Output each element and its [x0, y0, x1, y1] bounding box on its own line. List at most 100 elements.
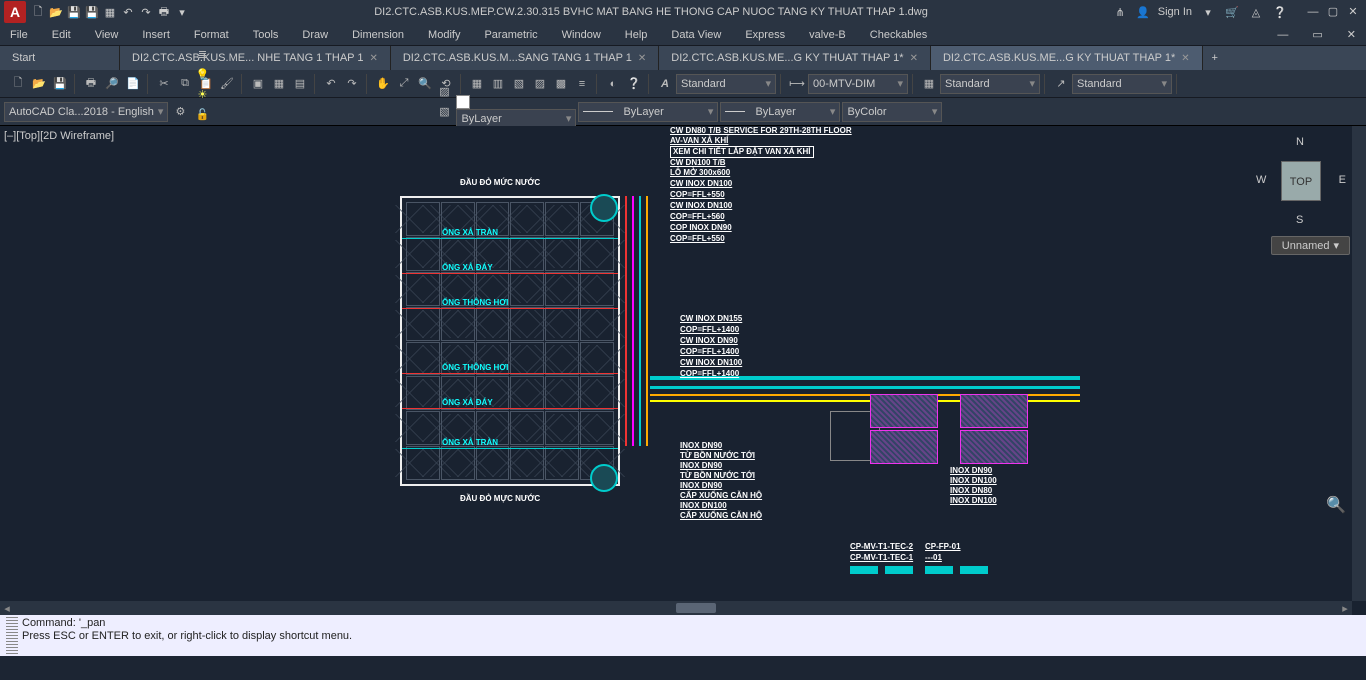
- menu-dataview[interactable]: Data View: [671, 29, 721, 41]
- bulb-icon[interactable]: 💡: [192, 65, 212, 85]
- minimize-button[interactable]: —: [1304, 5, 1322, 19]
- sun-icon[interactable]: ☀: [192, 85, 212, 105]
- share-icon[interactable]: ◬: [1248, 4, 1264, 20]
- dimstyle-dropdown[interactable]: 00-MTV-DIM▾: [808, 74, 908, 94]
- new-icon[interactable]: 🗋: [30, 4, 46, 20]
- dim-icon[interactable]: ⟼: [787, 74, 807, 94]
- dc-icon[interactable]: ▥: [488, 74, 508, 94]
- menu-draw[interactable]: Draw: [302, 29, 328, 41]
- layerprops-icon[interactable]: ≣: [192, 45, 212, 65]
- zoom-ext-icon[interactable]: ⤢: [394, 74, 414, 94]
- table-icon[interactable]: ▦: [919, 74, 939, 94]
- print-icon[interactable]: 🖶: [156, 4, 172, 20]
- publish-icon[interactable]: 📄: [123, 74, 143, 94]
- mlead-dropdown[interactable]: Standard▾: [1072, 74, 1172, 94]
- menu-dimension[interactable]: Dimension: [352, 29, 404, 41]
- saveas-icon[interactable]: 💾: [84, 4, 100, 20]
- viewport-label[interactable]: [–][Top][2D Wireframe]: [4, 130, 114, 142]
- preview-icon[interactable]: 🔎: [102, 74, 122, 94]
- gear-icon[interactable]: ⚙: [170, 102, 190, 122]
- tab-1[interactable]: DI2.CTC.ASB.KUS.ME... NHE TANG 1 THAP 1✕: [120, 46, 391, 70]
- menubar-close-icon[interactable]: ✕: [1347, 28, 1356, 41]
- undo-icon[interactable]: ↶: [120, 4, 136, 20]
- menu-view[interactable]: View: [95, 29, 119, 41]
- open-icon[interactable]: 📂: [48, 4, 64, 20]
- menu-help[interactable]: Help: [625, 29, 648, 41]
- tp-icon[interactable]: ▧: [509, 74, 529, 94]
- zoom-win-icon[interactable]: 🔍: [415, 74, 435, 94]
- app-logo[interactable]: A: [4, 1, 26, 23]
- signin-link[interactable]: Sign In: [1158, 6, 1192, 18]
- menu-parametric[interactable]: Parametric: [484, 29, 537, 41]
- linetype-dropdown[interactable]: ByLayer▾: [578, 102, 718, 122]
- menu-checkables[interactable]: Checkables: [870, 29, 927, 41]
- close-icon[interactable]: ✕: [369, 53, 377, 64]
- cart-icon[interactable]: 🛒: [1224, 4, 1240, 20]
- redo-icon[interactable]: ↷: [342, 74, 362, 94]
- view-unnamed-button[interactable]: Unnamed▾: [1271, 236, 1350, 255]
- workspace-dropdown[interactable]: AutoCAD Cla...2018 - English▾: [4, 102, 168, 122]
- tab-start[interactable]: Start: [0, 46, 120, 70]
- close-button[interactable]: ✕: [1344, 5, 1362, 19]
- textstyle-dropdown[interactable]: Standard▾: [676, 74, 776, 94]
- save-icon[interactable]: 💾: [66, 4, 82, 20]
- scroll-left-icon[interactable]: ◂: [0, 602, 14, 615]
- scroll-thumb[interactable]: [676, 603, 716, 613]
- mk-icon[interactable]: ▩: [551, 74, 571, 94]
- redo-icon[interactable]: ↷: [138, 4, 154, 20]
- color-swatch[interactable]: [456, 95, 470, 109]
- text-icon[interactable]: A: [655, 74, 675, 94]
- print-icon[interactable]: 🖶: [81, 74, 101, 94]
- menu-format[interactable]: Format: [194, 29, 229, 41]
- connect-icon[interactable]: ⋔: [1112, 4, 1128, 20]
- ssm-icon[interactable]: ▨: [530, 74, 550, 94]
- qc-icon[interactable]: ≡: [572, 74, 592, 94]
- dropdown-icon[interactable]: ▾: [174, 4, 190, 20]
- render-icon[interactable]: ◐: [603, 74, 623, 94]
- menu-express[interactable]: Express: [745, 29, 785, 41]
- command-line[interactable]: Command: '_pan Press ESC or ENTER to exi…: [0, 615, 1366, 656]
- tab-4[interactable]: DI2.CTC.ASB.KUS.ME...G KY THUAT THAP 1*✕: [931, 46, 1203, 70]
- menu-file[interactable]: File: [10, 29, 28, 41]
- block3-icon[interactable]: ▤: [290, 74, 310, 94]
- tablestyle-dropdown[interactable]: Standard▾: [940, 74, 1040, 94]
- menu-tools[interactable]: Tools: [253, 29, 279, 41]
- magnifier-icon[interactable]: 🔍: [1326, 495, 1346, 515]
- menu-insert[interactable]: Insert: [142, 29, 170, 41]
- menubar-min-icon[interactable]: —: [1277, 29, 1288, 41]
- menu-modify[interactable]: Modify: [428, 29, 460, 41]
- dd-icon[interactable]: ▾: [1200, 4, 1216, 20]
- close-icon[interactable]: ✕: [910, 53, 918, 64]
- scroll-right-icon[interactable]: ▸: [1338, 602, 1352, 615]
- viewcube-face[interactable]: TOP: [1281, 161, 1321, 201]
- menu-valveb[interactable]: valve-B: [809, 29, 846, 41]
- tab-2[interactable]: DI2.CTC.ASB.KUS.M...SANG TANG 1 THAP 1✕: [391, 46, 659, 70]
- close-icon[interactable]: ✕: [638, 53, 646, 64]
- scrollbar-vertical[interactable]: [1352, 126, 1366, 601]
- grip-icon[interactable]: [6, 617, 18, 654]
- undo-icon[interactable]: ↶: [321, 74, 341, 94]
- new-icon[interactable]: 🗋: [8, 74, 28, 94]
- close-icon[interactable]: ✕: [1181, 53, 1189, 64]
- cut-icon[interactable]: ✂: [154, 74, 174, 94]
- save-icon[interactable]: 💾: [50, 74, 70, 94]
- lineweight-dropdown[interactable]: ByLayer▾: [720, 102, 840, 122]
- maximize-button[interactable]: ▢: [1324, 5, 1342, 19]
- menubar-restore-icon[interactable]: ▭: [1312, 28, 1322, 41]
- plotstyle-dropdown[interactable]: ByColor▾: [842, 102, 942, 122]
- hatch2-icon[interactable]: ▧: [434, 102, 454, 122]
- tab-3[interactable]: DI2.CTC.ASB.KUS.ME...G KY THUAT THAP 1*✕: [659, 46, 931, 70]
- menu-edit[interactable]: Edit: [52, 29, 71, 41]
- help-icon[interactable]: ❔: [1272, 4, 1288, 20]
- props-icon[interactable]: ▦: [467, 74, 487, 94]
- block2-icon[interactable]: ▦: [269, 74, 289, 94]
- scrollbar-horizontal[interactable]: ◂ ▸: [0, 601, 1352, 615]
- hatch-icon[interactable]: ▨: [434, 82, 454, 102]
- lock-icon[interactable]: 🔓: [192, 105, 212, 125]
- help-icon[interactable]: ❔: [624, 74, 644, 94]
- viewcube[interactable]: N E S W TOP: [1256, 136, 1346, 226]
- drawing-canvas[interactable]: [–][Top][2D Wireframe] N E S W TOP Unnam…: [0, 126, 1366, 615]
- open-icon[interactable]: 📂: [29, 74, 49, 94]
- new-tab-button[interactable]: +: [1203, 46, 1227, 70]
- menu-window[interactable]: Window: [562, 29, 601, 41]
